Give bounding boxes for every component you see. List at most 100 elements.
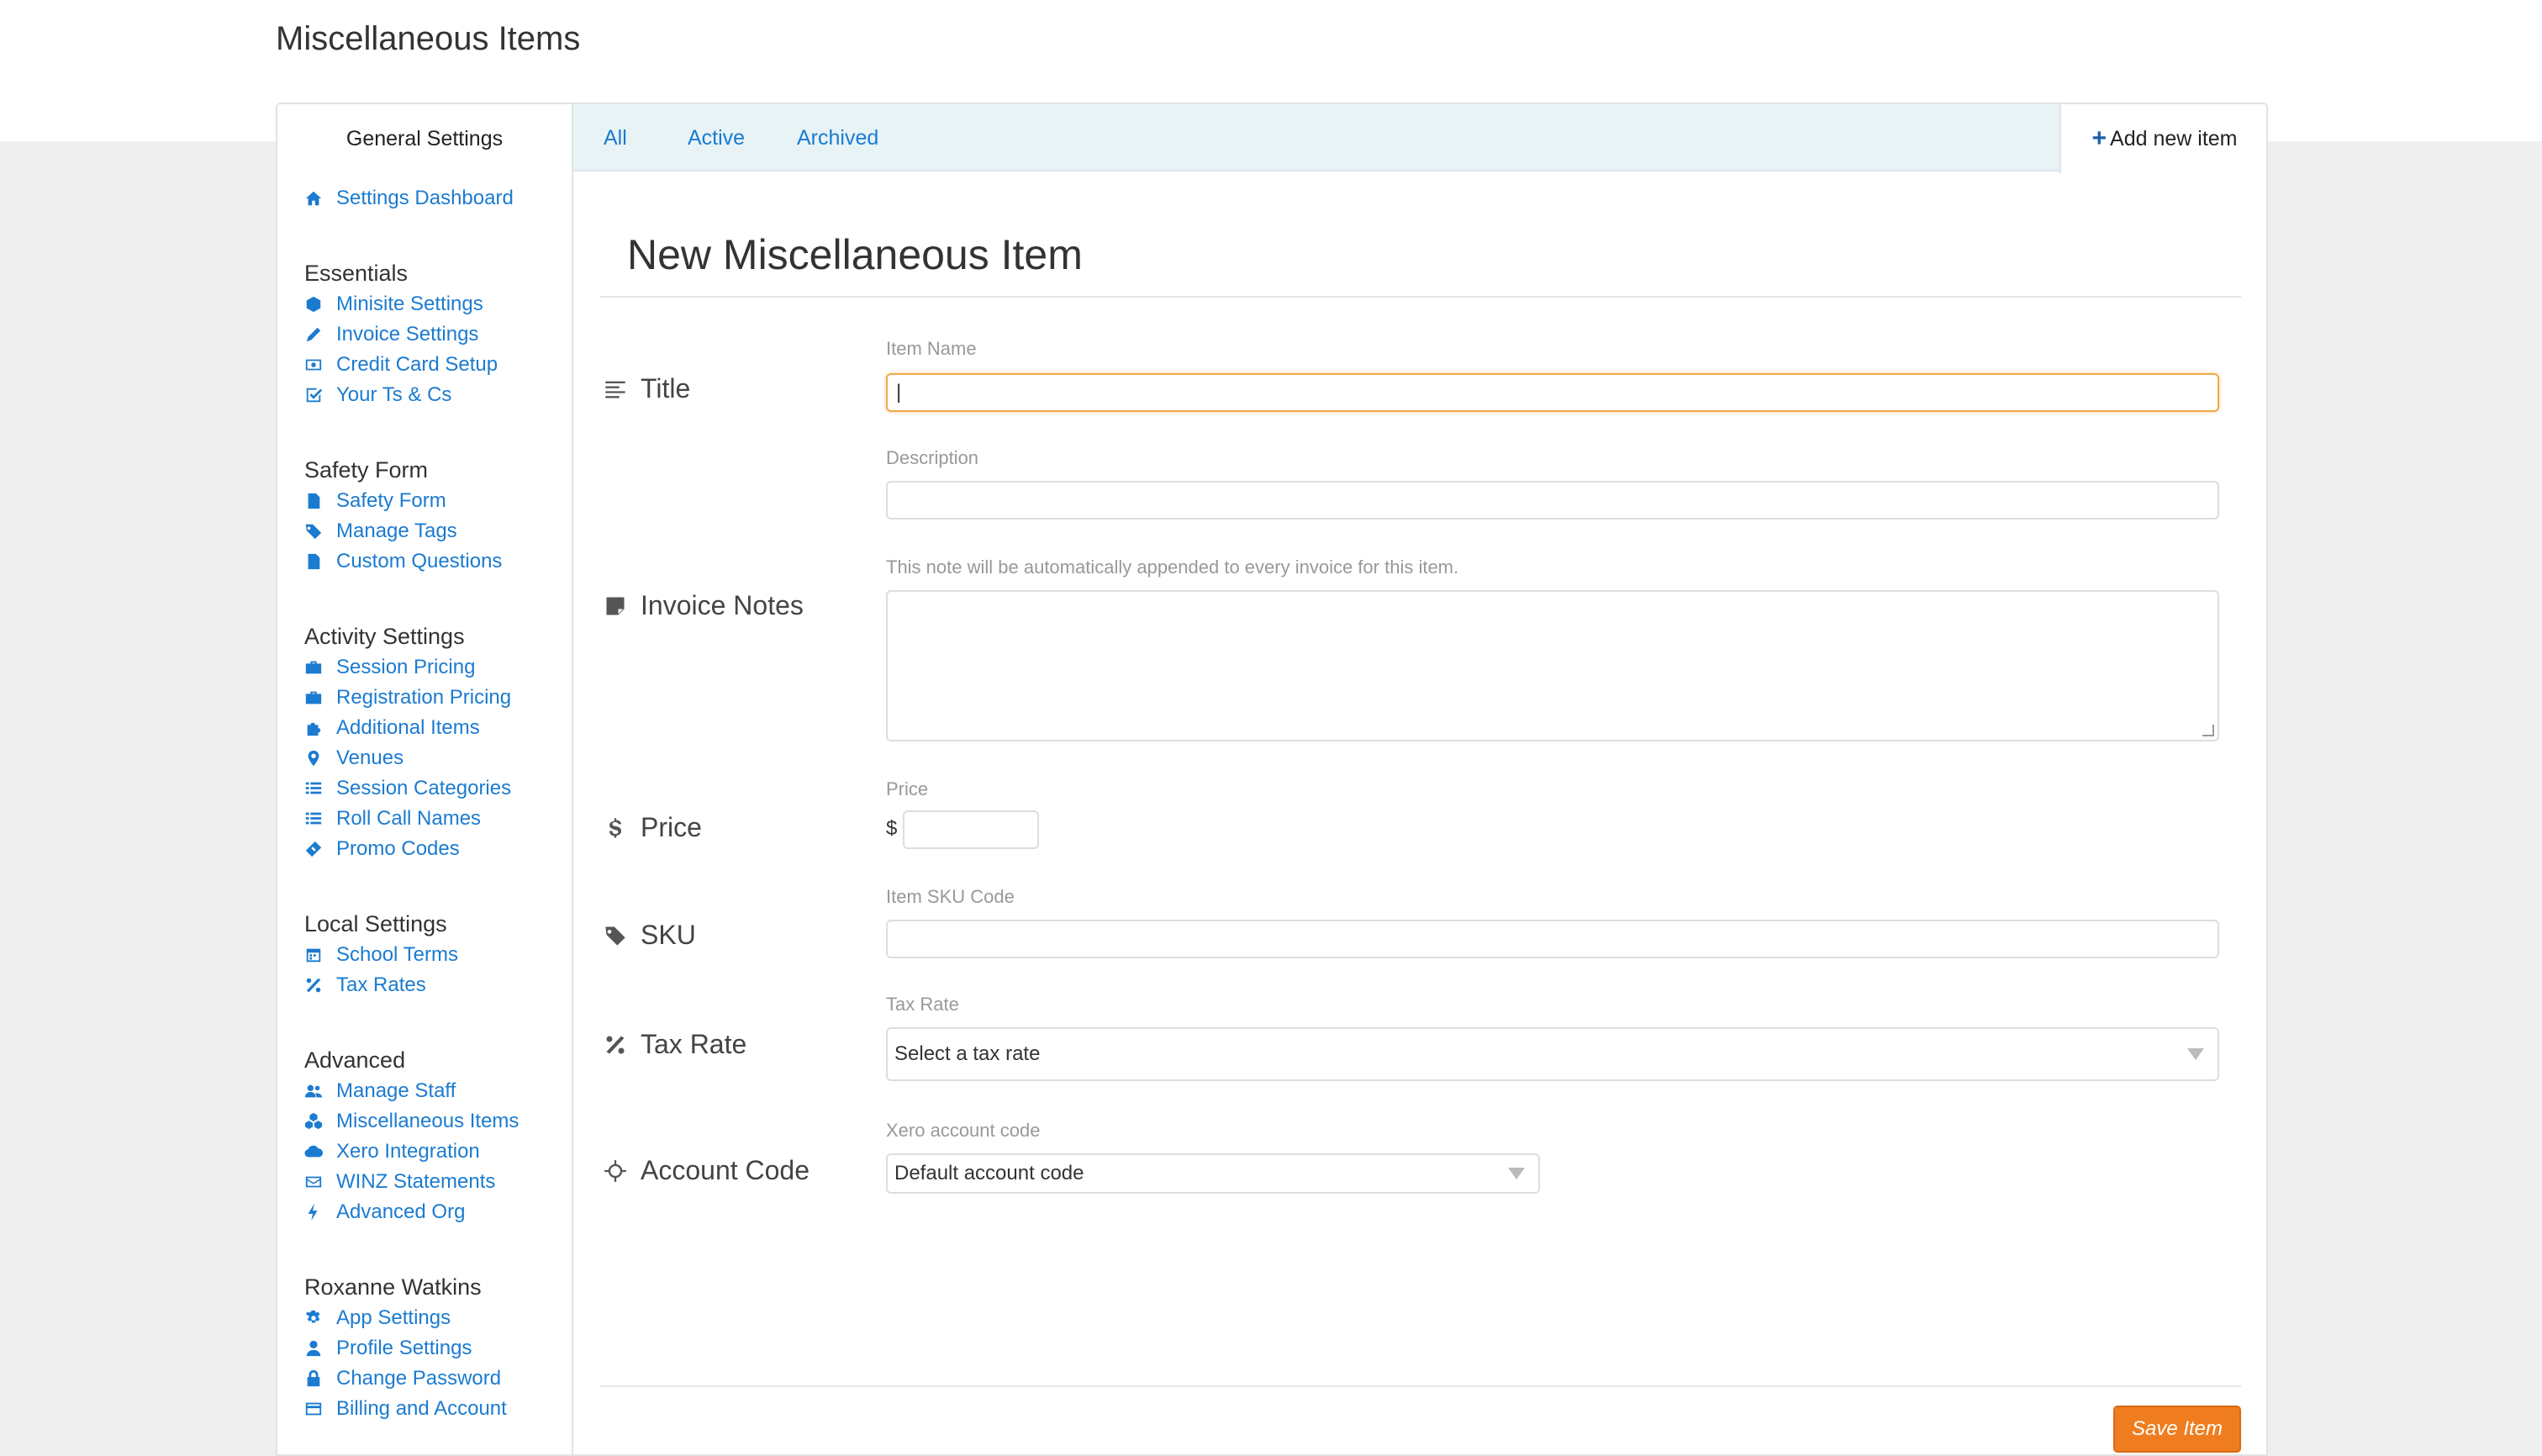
calendar-icon (304, 944, 330, 966)
sidebar-item-custom-questions[interactable]: Custom Questions (304, 550, 502, 573)
sidebar-item-label: School Terms (336, 943, 458, 966)
sidebar-item-session-pricing[interactable]: Session Pricing (304, 656, 475, 679)
row-label-invoice-notes: Invoice Notes (604, 590, 804, 621)
sidebar-item-label: Change Password (336, 1367, 502, 1390)
sticky-note-icon (604, 594, 641, 618)
lock-icon (304, 1368, 330, 1390)
sidebar: General Settings Settings Dashboard Esse… (277, 104, 573, 1454)
page-title: Miscellaneous Items (276, 20, 581, 57)
sidebar-item-safety-form[interactable]: Safety Form (304, 489, 446, 513)
sidebar-item-label: Billing and Account (336, 1397, 507, 1420)
invoice-notes-textarea[interactable] (886, 590, 2219, 741)
sidebar-item-label: Roll Call Names (336, 807, 482, 830)
sidebar-item-minisite-settings[interactable]: Minisite Settings (304, 293, 483, 316)
row-label-text: SKU (641, 920, 696, 950)
sidebar-item-promo-codes[interactable]: Promo Codes (304, 837, 460, 861)
save-item-button[interactable]: Save Item (2113, 1406, 2241, 1453)
tab-archived[interactable]: Archived (797, 104, 878, 171)
crosshairs-icon (604, 1159, 641, 1183)
file-icon (304, 551, 330, 572)
sidebar-item-label: Your Ts & Cs (336, 383, 452, 406)
sidebar-item-label: Venues (336, 746, 404, 769)
cube-icon (304, 293, 330, 315)
chevron-down-icon (2187, 1048, 2204, 1060)
envelope-icon (304, 1171, 330, 1193)
row-label-text: Account Code (641, 1155, 810, 1185)
currency-symbol: $ (886, 817, 898, 840)
briefcase-icon (304, 687, 330, 709)
sidebar-item-label: Custom Questions (336, 550, 503, 572)
file-icon (304, 490, 330, 512)
briefcase-icon (304, 657, 330, 678)
sidebar-item-label: Profile Settings (336, 1337, 472, 1359)
tax-rate-select[interactable]: Select a tax rate (886, 1027, 2219, 1081)
sidebar-item-additional-items[interactable]: Additional Items (304, 716, 480, 740)
sidebar-item-settings-dashboard[interactable]: Settings Dashboard (304, 187, 514, 210)
item-name-label: Item Name (886, 338, 977, 359)
sidebar-item-session-categories[interactable]: Session Categories (304, 777, 511, 800)
sidebar-item-profile-settings[interactable]: Profile Settings (304, 1337, 472, 1360)
percent-icon (304, 974, 330, 996)
resize-handle[interactable] (2202, 725, 2214, 736)
sidebar-item-credit-card-setup[interactable]: Credit Card Setup (304, 353, 498, 377)
users-icon (304, 1080, 330, 1102)
sidebar-item-venues[interactable]: Venues (304, 746, 403, 770)
credit-card-icon (304, 1398, 330, 1420)
price-input[interactable] (903, 810, 1039, 849)
sidebar-item-label: Session Pricing (336, 656, 476, 678)
section-title-essentials: Essentials (304, 261, 409, 286)
sku-input[interactable] (886, 920, 2219, 958)
check-square-icon (304, 384, 330, 406)
sidebar-item-xero-integration[interactable]: Xero Integration (304, 1140, 480, 1163)
plus-icon: + (2091, 124, 2107, 152)
form-title: New Miscellaneous Item (627, 231, 1083, 278)
sidebar-item-label: Safety Form (336, 489, 446, 512)
sidebar-item-tax-rates[interactable]: Tax Rates (304, 973, 426, 997)
row-label-text: Title (641, 373, 691, 404)
row-label-text: Invoice Notes (641, 590, 804, 620)
description-input[interactable] (886, 481, 2219, 520)
section-title-local-settings: Local Settings (304, 911, 447, 936)
sidebar-item-change-password[interactable]: Change Password (304, 1367, 501, 1390)
add-new-item-button[interactable]: + Add new item (2059, 104, 2266, 173)
sidebar-item-app-settings[interactable]: App Settings (304, 1306, 451, 1330)
cog-icon (304, 1307, 330, 1329)
sidebar-item-manage-staff[interactable]: Manage Staff (304, 1079, 456, 1103)
row-label-account-code: Account Code (604, 1155, 810, 1186)
sidebar-item-miscellaneous-items[interactable]: Miscellaneous Items (304, 1110, 519, 1133)
form-divider-bottom (600, 1385, 2241, 1387)
tab-all[interactable]: All (604, 104, 627, 171)
tabs-bar: All Active Archived (573, 104, 2059, 171)
invoice-note-hint: This note will be automatically appended… (886, 557, 1459, 578)
chevron-down-icon (1508, 1168, 1525, 1179)
sidebar-item-label: Minisite Settings (336, 293, 483, 315)
pencil-icon (304, 324, 330, 346)
sidebar-item-advanced-org[interactable]: Advanced Org (304, 1200, 465, 1224)
sidebar-item-school-terms[interactable]: School Terms (304, 943, 458, 967)
item-name-input[interactable] (886, 373, 2219, 412)
description-label: Description (886, 447, 979, 468)
sidebar-item-manage-tags[interactable]: Manage Tags (304, 520, 457, 543)
cubes-icon (304, 1110, 330, 1132)
tab-active[interactable]: Active (688, 104, 745, 171)
sidebar-item-label: Xero Integration (336, 1140, 480, 1163)
sidebar-item-label: App Settings (336, 1306, 451, 1329)
sidebar-item-winz-statements[interactable]: WINZ Statements (304, 1170, 495, 1194)
sidebar-item-roll-call-names[interactable]: Roll Call Names (304, 807, 481, 831)
sidebar-item-billing-and-account[interactable]: Billing and Account (304, 1397, 507, 1421)
account-code-select[interactable]: Default account code (886, 1153, 1540, 1194)
user-icon (304, 1337, 330, 1359)
bolt-icon (304, 1201, 330, 1223)
sidebar-item-ts-cs[interactable]: Your Ts & Cs (304, 383, 451, 407)
sidebar-item-registration-pricing[interactable]: Registration Pricing (304, 686, 511, 710)
tax-rate-label: Tax Rate (886, 994, 959, 1015)
sidebar-item-label: Tax Rates (336, 973, 426, 996)
ticket-icon (304, 838, 330, 860)
align-left-icon (604, 377, 641, 401)
sidebar-item-label: Manage Staff (336, 1079, 456, 1102)
section-title-safety-form: Safety Form (304, 457, 429, 483)
account-code-selected: Default account code (894, 1162, 1084, 1184)
list-icon (304, 778, 330, 799)
section-title-advanced: Advanced (304, 1047, 406, 1073)
sidebar-item-invoice-settings[interactable]: Invoice Settings (304, 323, 478, 346)
